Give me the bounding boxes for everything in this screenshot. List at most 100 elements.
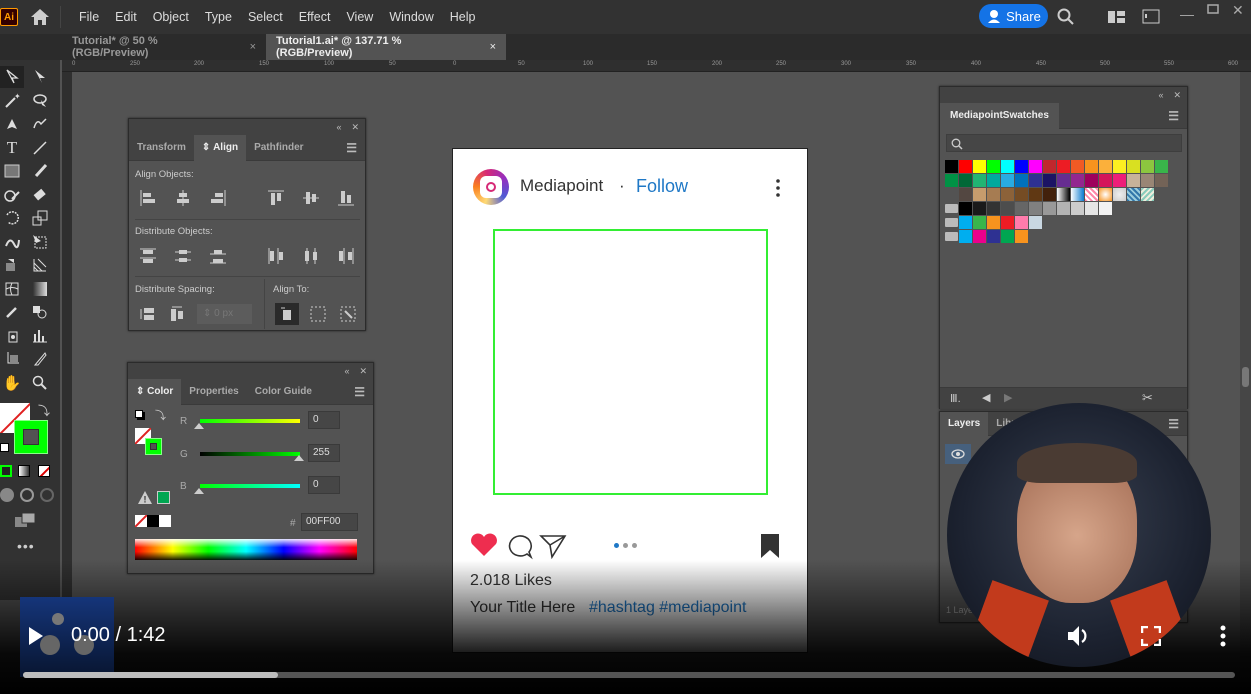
distribute-vertical-center-icon[interactable] <box>174 247 192 265</box>
none-mode-icon[interactable] <box>38 465 50 477</box>
swatch[interactable] <box>987 188 1000 201</box>
swatch[interactable] <box>1015 216 1028 229</box>
shape-builder-icon[interactable] <box>0 254 24 276</box>
type-tool-icon[interactable]: T <box>0 137 24 159</box>
swatch[interactable] <box>1071 174 1084 187</box>
scale-tool-icon[interactable] <box>28 207 52 229</box>
g-slider-track[interactable] <box>200 452 300 456</box>
comment-icon[interactable] <box>505 534 533 560</box>
swatch[interactable] <box>1155 160 1168 173</box>
rotate-tool-icon[interactable] <box>0 207 24 229</box>
closest-gamut-color-swatch[interactable] <box>157 491 170 504</box>
default-colors-icon[interactable] <box>0 443 9 452</box>
swatch[interactable] <box>973 188 986 201</box>
distribute-bottom-icon[interactable] <box>209 247 227 265</box>
blend-tool-icon[interactable] <box>28 301 52 323</box>
swatch[interactable] <box>959 202 972 215</box>
global-swatch[interactable] <box>973 230 986 243</box>
swatch[interactable] <box>1029 202 1042 215</box>
swatch[interactable] <box>1029 216 1042 229</box>
pattern-swatch[interactable] <box>1127 188 1140 201</box>
symbol-sprayer-icon[interactable] <box>0 325 24 347</box>
swatch-options-icon[interactable]: ✂ <box>1142 390 1153 406</box>
swatch[interactable] <box>1043 160 1056 173</box>
image-placeholder-frame[interactable] <box>493 229 768 495</box>
collapse-panel-icon[interactable]: « <box>1158 90 1163 100</box>
swatch[interactable] <box>1127 160 1140 173</box>
swatch[interactable] <box>959 188 972 201</box>
align-to-key-object-icon[interactable] <box>339 305 357 323</box>
previous-library-icon[interactable]: ◀ <box>982 391 990 404</box>
arrange-documents-icon[interactable] <box>1108 10 1126 24</box>
zoom-tool-icon[interactable] <box>28 372 52 394</box>
global-swatch[interactable] <box>959 230 972 243</box>
swatch[interactable] <box>1029 188 1042 201</box>
close-window-icon[interactable]: ✕ <box>1232 2 1244 19</box>
white-swatch[interactable] <box>159 515 171 527</box>
panel-menu-icon[interactable]: ☰ <box>354 385 365 399</box>
swap-fill-stroke-icon[interactable]: ⤵ <box>38 402 50 419</box>
menu-file[interactable]: File <box>71 10 107 24</box>
scrollbar-thumb[interactable] <box>1242 367 1249 387</box>
vertical-distribute-space-icon[interactable] <box>139 305 157 323</box>
distribute-right-icon[interactable] <box>337 247 355 265</box>
stroke-swatch[interactable] <box>14 420 48 454</box>
pattern-swatch[interactable] <box>1099 188 1112 201</box>
hex-input[interactable]: 00FF00 <box>301 513 358 531</box>
pen-tool-icon[interactable] <box>0 113 24 135</box>
collapse-panel-icon[interactable]: « <box>344 366 349 376</box>
b-input[interactable]: 0 <box>308 476 340 494</box>
pattern-swatch[interactable] <box>1113 188 1126 201</box>
swatch[interactable] <box>973 174 986 187</box>
menu-window[interactable]: Window <box>381 10 441 24</box>
mesh-tool-icon[interactable] <box>0 278 24 300</box>
swatch[interactable] <box>1127 174 1140 187</box>
swatch[interactable] <box>1029 160 1042 173</box>
tab-tutorial1[interactable]: Tutorial1.ai* @ 137.71 % (RGB/Preview) × <box>266 34 506 60</box>
swatch[interactable] <box>1057 202 1070 215</box>
volume-icon[interactable] <box>1066 624 1092 648</box>
collapse-panel-icon[interactable]: « <box>336 122 341 132</box>
swatch[interactable] <box>1099 160 1112 173</box>
draw-inside-icon[interactable] <box>40 488 54 502</box>
slice-tool-icon[interactable] <box>28 348 52 370</box>
swatch[interactable] <box>987 202 1000 215</box>
align-left-icon[interactable] <box>139 189 157 207</box>
swatch[interactable] <box>1001 202 1014 215</box>
align-to-selection-icon[interactable] <box>309 305 327 323</box>
pattern-swatch[interactable] <box>1085 188 1098 201</box>
align-top-icon[interactable] <box>267 189 285 207</box>
next-library-icon[interactable]: ▶ <box>1004 391 1012 404</box>
hand-tool-icon[interactable]: ✋ <box>0 372 24 394</box>
puppet-warp-icon[interactable] <box>0 231 24 253</box>
align-right-icon[interactable] <box>209 189 227 207</box>
shaper-tool-icon[interactable] <box>0 184 24 206</box>
share-button[interactable]: Share <box>979 4 1048 28</box>
selection-tool-icon[interactable] <box>0 66 24 88</box>
eyedropper-icon[interactable] <box>0 301 24 323</box>
swatch[interactable] <box>1043 202 1056 215</box>
align-horizontal-center-icon[interactable] <box>174 189 192 207</box>
close-tab-icon[interactable]: × <box>250 41 256 53</box>
swatch[interactable] <box>1113 160 1126 173</box>
layer-visibility-toggle[interactable] <box>945 444 971 464</box>
magic-wand-icon[interactable]: ✦ <box>0 90 24 112</box>
draw-normal-icon[interactable] <box>0 488 14 502</box>
direct-selection-tool-icon[interactable] <box>28 66 52 88</box>
follow-link[interactable]: Follow <box>636 176 688 197</box>
distribute-horizontal-center-icon[interactable] <box>302 247 320 265</box>
g-input[interactable]: 255 <box>308 444 340 462</box>
distribute-top-icon[interactable] <box>139 247 157 265</box>
swatch[interactable] <box>1057 160 1070 173</box>
global-swatch[interactable] <box>1001 230 1014 243</box>
close-panel-icon[interactable]: ✕ <box>1173 90 1181 101</box>
screen-mode-icon[interactable] <box>14 512 36 528</box>
align-vertical-center-icon[interactable] <box>302 189 320 207</box>
column-graph-icon[interactable] <box>28 325 52 347</box>
tab-mediapoint-swatches[interactable]: MediapointSwatches <box>940 102 1059 129</box>
out-of-gamut-warning-icon[interactable]: ! <box>137 490 153 505</box>
tab-layers[interactable]: Layers <box>940 411 989 436</box>
spacing-input[interactable]: ⇕ 0 px <box>197 304 252 324</box>
swatch[interactable] <box>1085 160 1098 173</box>
r-slider-track[interactable] <box>200 419 300 423</box>
